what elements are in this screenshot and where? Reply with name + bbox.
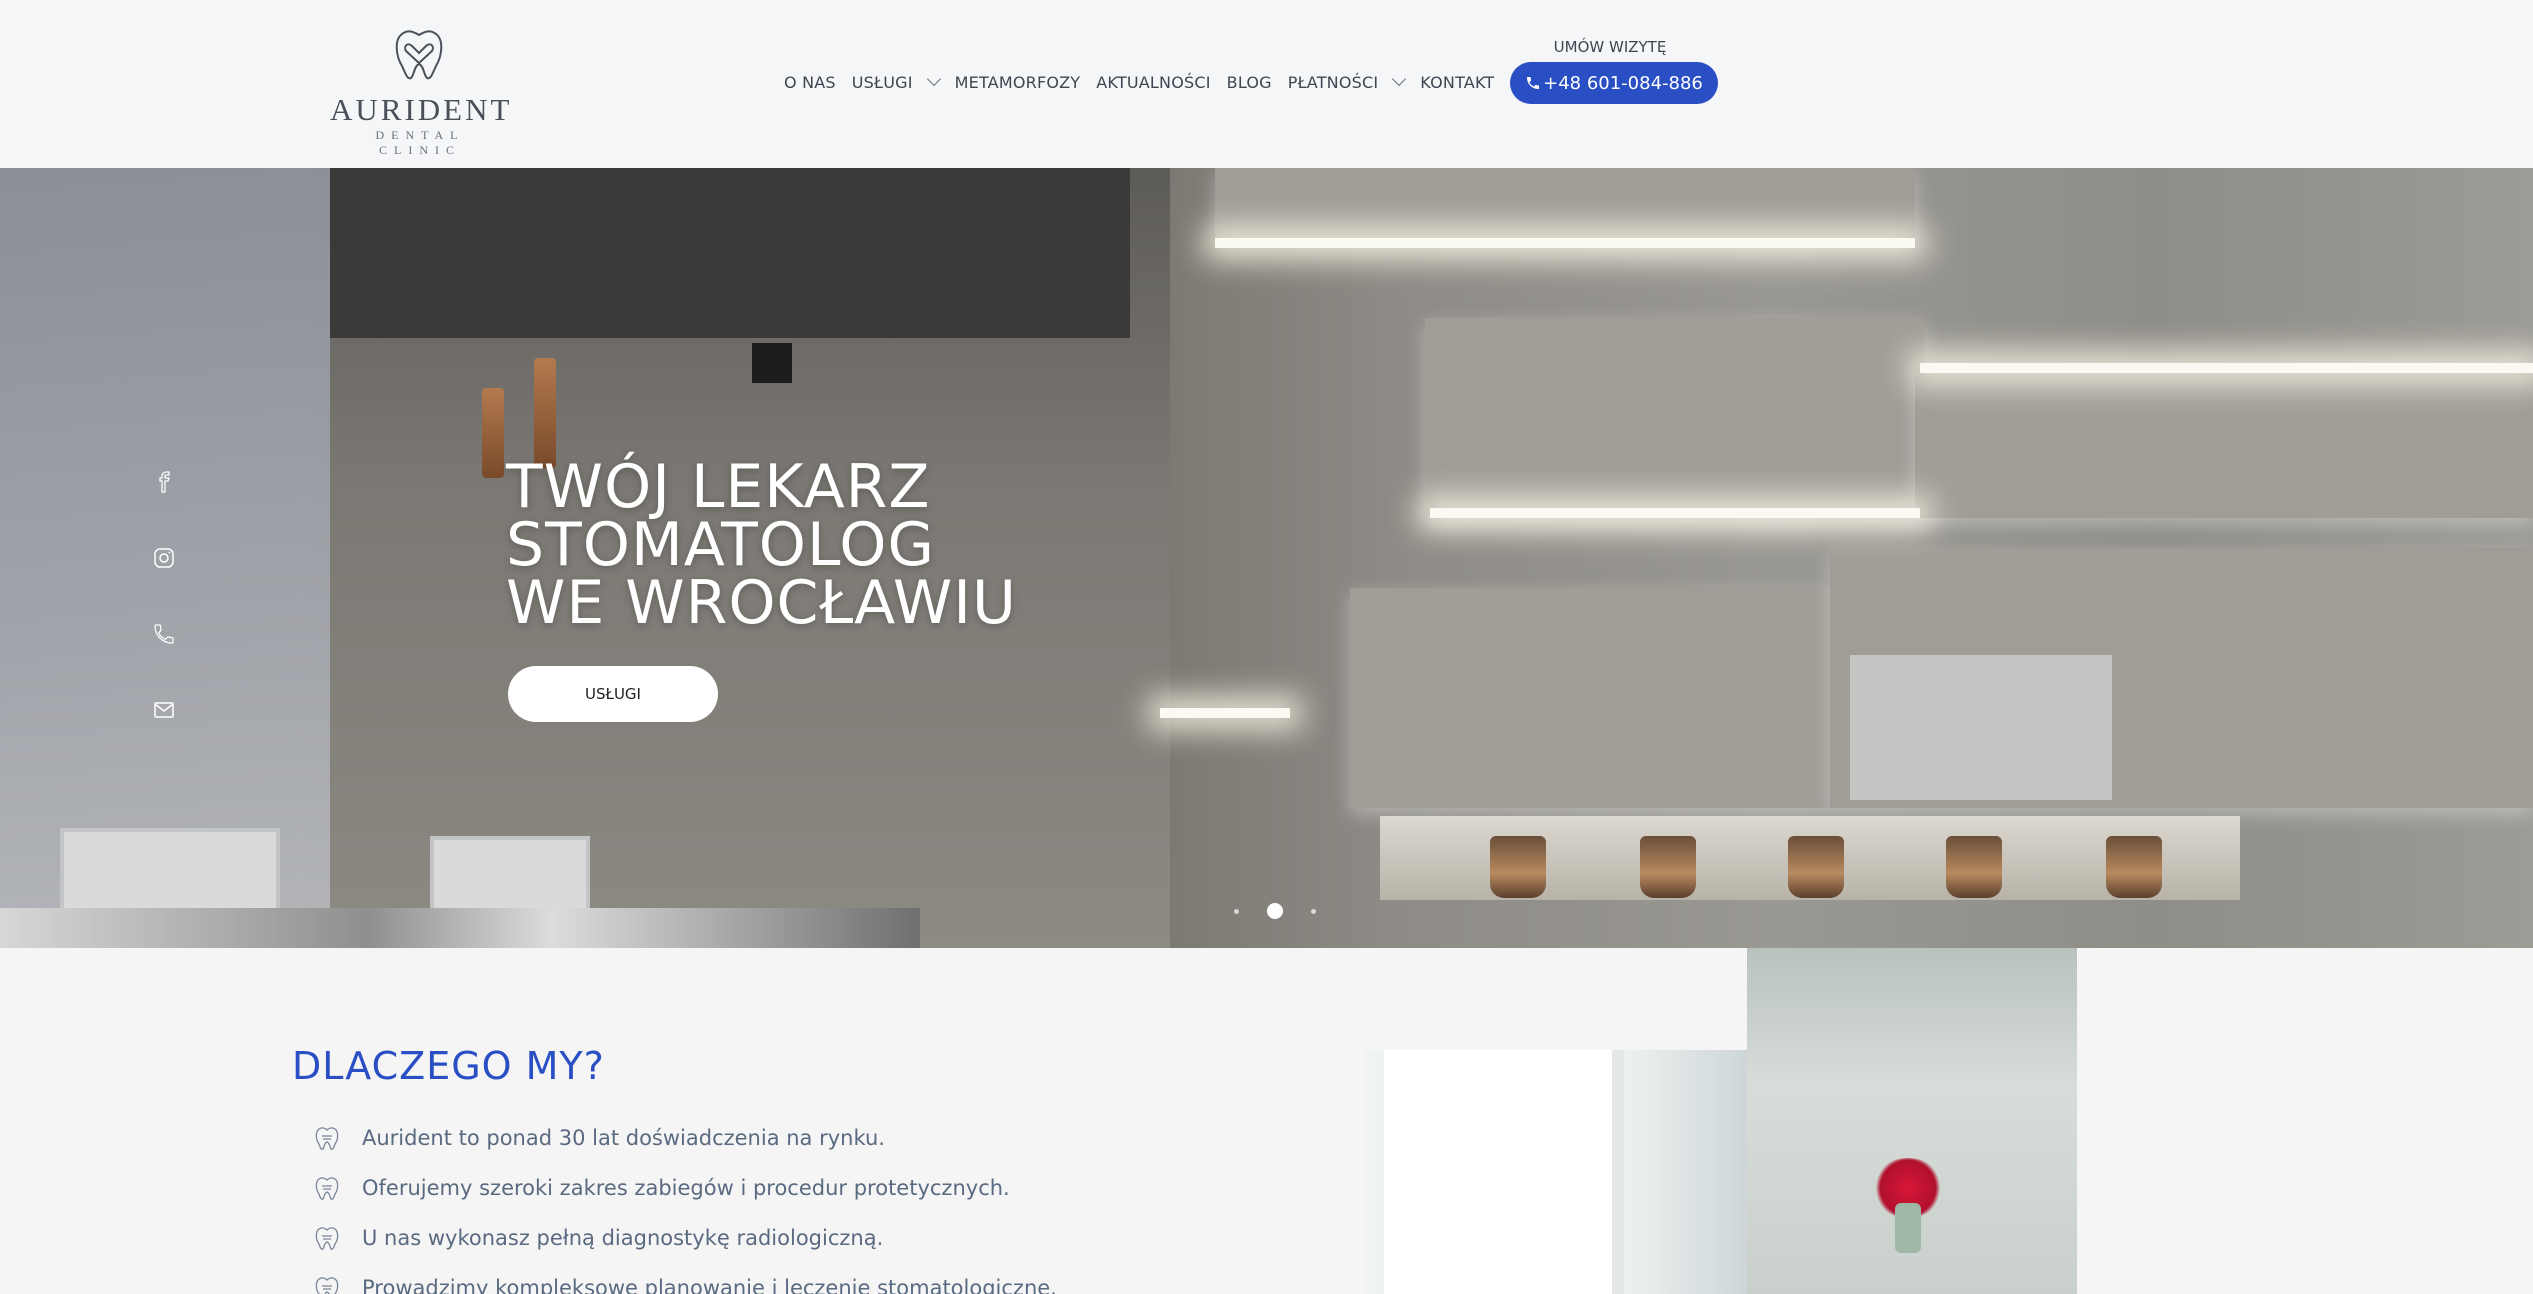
hero-slider: TWÓJ LEKARZ STOMATOLOG WE WROCŁAWIU USŁU… (0, 168, 2533, 948)
slider-dots (1220, 903, 1330, 919)
mail-link[interactable] (152, 698, 176, 722)
vase (1895, 1203, 1921, 1253)
phone-icon (1527, 77, 1540, 89)
instagram-icon (154, 548, 174, 568)
list-item-text: U nas wykonasz pełną diagnostykę radiolo… (362, 1226, 884, 1250)
list-item: Aurident to ponad 30 lat doświadczenia n… (314, 1113, 1057, 1163)
instagram-link[interactable] (152, 546, 176, 570)
slider-dot[interactable] (1311, 908, 1316, 914)
candle (2106, 836, 2162, 898)
phone-number: +48 601-084-886 (1543, 72, 1703, 94)
nav-label: PŁATNOŚCI (1287, 72, 1379, 92)
hero-title-line: STOMATOLOG (506, 510, 936, 580)
phone-button[interactable]: +48 601-084-886 (1510, 62, 1718, 104)
light-strip (1215, 238, 1915, 248)
nav-item-o-nas[interactable]: O NAS (784, 73, 836, 92)
candle (1640, 836, 1696, 898)
hero-title: TWÓJ LEKARZ STOMATOLOG WE WROCŁAWIU (506, 452, 1206, 638)
reception-desk (0, 908, 920, 948)
why-us-title: DLACZEGO MY? (292, 1044, 605, 1088)
wall-panel (1215, 168, 1915, 238)
wall-panel (1425, 318, 1925, 518)
why-us-list: Aurident to ponad 30 lat doświadczenia n… (314, 1113, 1057, 1294)
pendant-lamp (482, 388, 504, 478)
light-strip (1430, 508, 1920, 518)
services-button[interactable]: USŁUGI (508, 666, 718, 722)
light-strip (1920, 363, 2533, 373)
clinic-photo-reception (1747, 948, 2077, 1294)
nav-label: KONTAKT (1420, 72, 1495, 92)
appointment-label: UMÓW WIZYTĘ (1553, 38, 1667, 56)
nav-item-kontakt[interactable]: KONTAKT (1420, 73, 1494, 92)
list-item-text: Prowadzimy kompleksowe planowanie i lecz… (362, 1276, 1057, 1294)
mail-icon (154, 702, 174, 718)
light-strip (1160, 708, 1290, 718)
chevron-down-icon (926, 71, 941, 87)
slider-dot[interactable] (1234, 908, 1239, 914)
phone-link[interactable] (152, 622, 176, 646)
spotlight (752, 343, 792, 383)
site-header: AURIDENT DENTAL CLINIC O NAS USŁUGI META… (0, 0, 2533, 168)
candle (1946, 836, 2002, 898)
chevron-down-icon (1392, 71, 1407, 87)
list-item: Oferujemy szeroki zakres zabiegów i proc… (314, 1163, 1057, 1213)
tooth-icon (315, 1227, 339, 1250)
nav-item-blog[interactable]: BLOG (1227, 73, 1272, 92)
slider-dot-active[interactable] (1267, 903, 1283, 919)
logo-subtitle: DENTAL CLINIC (375, 128, 465, 157)
hero-title-line: WE WROCŁAWIU (506, 568, 1017, 638)
main-nav: O NAS USŁUGI METAMORFOZY AKTUALNOŚCI BLO… (784, 70, 1510, 94)
wall-frame (1850, 655, 2112, 800)
nav-item-aktualnosci[interactable]: AKTUALNOŚCI (1096, 73, 1210, 92)
candle (1788, 836, 1844, 898)
nav-item-uslugi[interactable]: USŁUGI (851, 71, 941, 92)
tooth-logo-icon (395, 30, 443, 80)
clinic-photo-dental-chair (1364, 1050, 1748, 1294)
nav-label: O NAS (784, 72, 836, 92)
wall-panel (1915, 368, 2533, 518)
phone-icon (154, 624, 174, 644)
hero-title-line: TWÓJ LEKARZ (506, 452, 931, 522)
nav-label: AKTUALNOŚCI (1096, 72, 1211, 92)
tooth-icon (315, 1277, 339, 1294)
nav-label: BLOG (1226, 72, 1272, 92)
logo[interactable]: AURIDENT DENTAL CLINIC (330, 26, 513, 157)
facebook-link[interactable] (152, 470, 176, 494)
list-item: U nas wykonasz pełną diagnostykę radiolo… (314, 1213, 1057, 1263)
photo-window (1384, 1050, 1624, 1294)
facebook-icon (159, 471, 170, 493)
nav-item-platnosci[interactable]: PŁATNOŚCI (1287, 71, 1407, 92)
list-item-text: Aurident to ponad 30 lat doświadczenia n… (362, 1126, 885, 1150)
tooth-icon (315, 1127, 339, 1150)
nav-label: METAMORFOZY (954, 72, 1081, 92)
list-item: Prowadzimy kompleksowe planowanie i lecz… (314, 1263, 1057, 1294)
nav-item-metamorfozy[interactable]: METAMORFOZY (955, 73, 1081, 92)
nav-label: USŁUGI (851, 72, 913, 92)
tooth-icon (315, 1177, 339, 1200)
candle (1490, 836, 1546, 898)
logo-name: AURIDENT (330, 92, 513, 127)
list-item-text: Oferujemy szeroki zakres zabiegów i proc… (362, 1176, 1010, 1200)
hero-background-ceiling (330, 168, 1130, 338)
wall-panel (1350, 588, 1830, 808)
